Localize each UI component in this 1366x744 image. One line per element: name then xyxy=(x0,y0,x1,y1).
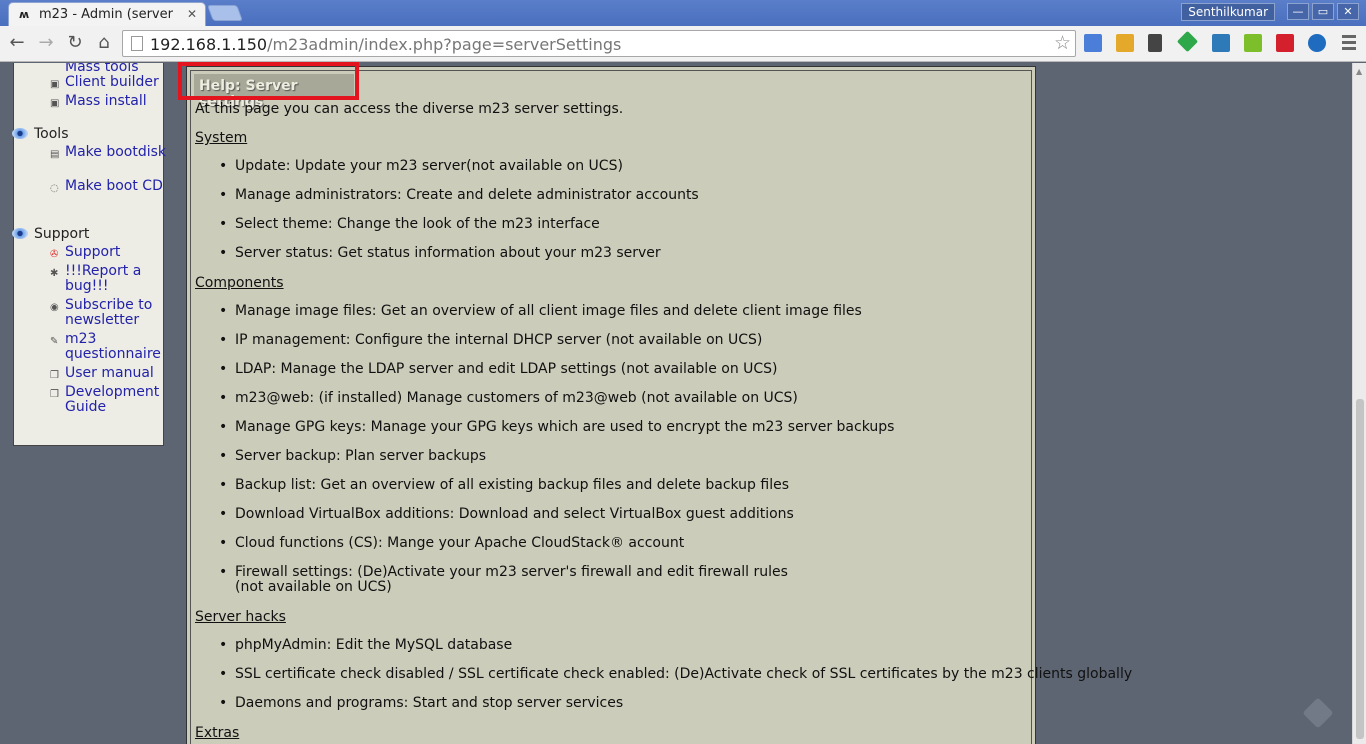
list-item: IP management: Configure the internal DH… xyxy=(219,333,762,349)
address-bar[interactable]: 192.168.1.150/m23admin/index.php?page=se… xyxy=(122,30,1076,57)
list-item: Manage administrators: Create and delete… xyxy=(219,188,699,204)
list-item: Download VirtualBox additions: Download … xyxy=(219,507,794,523)
list-item: Firewall settings: (De)Activate your m23… xyxy=(219,564,788,595)
mass-install-icon: ▣ xyxy=(50,98,60,109)
back-arrow-icon[interactable]: ← xyxy=(6,32,28,54)
list-item: Server status: Get status information ab… xyxy=(219,246,661,262)
sidebar-menu: Mass tools ▣ Client builder ▣ Mass install… xyxy=(12,63,166,446)
home-icon[interactable]: ⌂ xyxy=(93,32,115,54)
page-icon xyxy=(131,36,143,51)
browser-tab[interactable]: ʍ m23 - Admin (server ✕ xyxy=(8,2,206,26)
section-title-system: System xyxy=(195,130,248,146)
page-viewport: Mass tools ▣ Client builder ▣ Mass install… xyxy=(0,63,1352,744)
floppy-icon: ▤ xyxy=(50,149,60,160)
sidebar-item-mass-install[interactable]: ▣ Mass install xyxy=(50,94,169,110)
list-item: Daemons and programs: Start and stop ser… xyxy=(219,696,623,712)
list-item: Server backup: Plan server backups xyxy=(219,449,486,465)
questionnaire-icon: ✎ xyxy=(50,336,59,347)
download-extension-icon[interactable] xyxy=(1244,34,1262,52)
sidebar-section-tools[interactable]: Tools xyxy=(12,126,69,142)
section-title-extras: Extras xyxy=(195,725,240,741)
sidebar-item-user-manual[interactable]: ❒ User manual xyxy=(50,366,169,382)
forward-arrow-icon[interactable]: → xyxy=(35,32,57,54)
tab-close-icon[interactable]: ✕ xyxy=(187,7,197,21)
list-item: LDAP: Manage the LDAP server and edit LD… xyxy=(219,362,778,378)
sidebar-item-client-builder[interactable]: ▣ Client builder xyxy=(50,75,169,91)
section-title-components: Components xyxy=(195,275,284,291)
bookmark-star-icon[interactable]: ☆ xyxy=(1054,32,1071,54)
browser-toolbar: ← → ↻ ⌂ 192.168.1.150/m23admin/index.php… xyxy=(0,26,1366,62)
list-item: Manage GPG keys: Manage your GPG keys wh… xyxy=(219,420,894,436)
list-item: Backup list: Get an overview of all exis… xyxy=(219,478,789,494)
new-tab-button[interactable] xyxy=(207,5,243,21)
manual-icon: ❒ xyxy=(50,370,59,381)
firewall-line-1: Firewall settings: (De)Activate your m23… xyxy=(235,564,788,580)
feedly-extension-icon[interactable] xyxy=(1176,30,1199,53)
s-extension-icon[interactable] xyxy=(1212,34,1230,52)
eye-icon xyxy=(12,228,28,239)
sidebar-item-make-boot-cd[interactable]: ◌ Make boot CD xyxy=(50,179,169,195)
url-text: 192.168.1.150/m23admin/index.php?page=se… xyxy=(150,35,622,54)
firewall-line-2: (not available on UCS) xyxy=(235,579,392,595)
highlight-annotation xyxy=(178,62,359,100)
list-item: phpMyAdmin: Edit the MySQL database xyxy=(219,638,512,654)
sidebar-item-support[interactable]: ✇ Support xyxy=(50,245,169,261)
lifebuoy-icon: ✇ xyxy=(50,249,59,260)
translate-extension-icon[interactable] xyxy=(1084,34,1102,52)
sidebar-item-newsletter[interactable]: ◉ Subscribe to newsletter xyxy=(50,298,169,328)
cd-icon: ◌ xyxy=(50,183,59,194)
m23-favicon-icon: ʍ xyxy=(19,7,30,21)
sidebar-item-questionnaire[interactable]: ✎ m23 questionnaire xyxy=(50,332,169,362)
client-builder-icon: ▣ xyxy=(50,79,60,90)
help-intro: At this page you can access the diverse … xyxy=(195,101,624,117)
list-item: Update: Update your m23 server(not avail… xyxy=(219,159,623,175)
list-item: Manage image files: Get an overview of a… xyxy=(219,304,862,320)
list-item: m23@web: (if installed) Manage customers… xyxy=(219,391,798,407)
list-item: Cloud functions (CS): Mange your Apache … xyxy=(219,536,684,552)
bug-icon: ✱ xyxy=(50,268,59,279)
tools-extension-icon[interactable] xyxy=(1148,34,1162,52)
reload-icon[interactable]: ↻ xyxy=(64,32,86,54)
scroll-up-icon[interactable]: ▲ xyxy=(1356,67,1362,76)
newsletter-icon: ◉ xyxy=(50,302,59,313)
restore-button[interactable]: ▭ xyxy=(1312,3,1334,20)
scroll-thumb[interactable] xyxy=(1356,399,1364,739)
eye-icon xyxy=(12,128,28,139)
tab-title: m23 - Admin (server xyxy=(39,7,173,22)
close-window-button[interactable]: ✕ xyxy=(1337,3,1359,20)
sidebar-item-report-bug[interactable]: ✱ !!!Report a bug!!! xyxy=(50,264,169,294)
browser-titlebar: ʍ m23 - Admin (server ✕ Senthilkumar — ▭… xyxy=(0,0,1366,26)
menu-icon[interactable] xyxy=(1342,35,1356,53)
sidebar-item-make-bootdisk[interactable]: ▤ Make bootdisk xyxy=(50,145,169,161)
section-title-server-hacks: Server hacks xyxy=(195,609,286,625)
minimize-button[interactable]: — xyxy=(1287,3,1309,20)
list-item: Select theme: Change the look of the m23… xyxy=(219,217,600,233)
sidebar-item-development-guide[interactable]: ❒ Development Guide xyxy=(50,385,169,415)
y-extension-icon[interactable] xyxy=(1308,34,1326,52)
flipboard-extension-icon[interactable] xyxy=(1276,34,1294,52)
guide-icon: ❒ xyxy=(50,389,59,400)
page-scrollbar[interactable]: ▲ xyxy=(1352,63,1366,744)
sidebar-section-support[interactable]: Support xyxy=(12,226,89,242)
profile-button[interactable]: Senthilkumar xyxy=(1181,3,1275,21)
list-item: SSL certificate check disabled / SSL cer… xyxy=(219,667,1132,683)
extension-icon[interactable] xyxy=(1116,34,1134,52)
